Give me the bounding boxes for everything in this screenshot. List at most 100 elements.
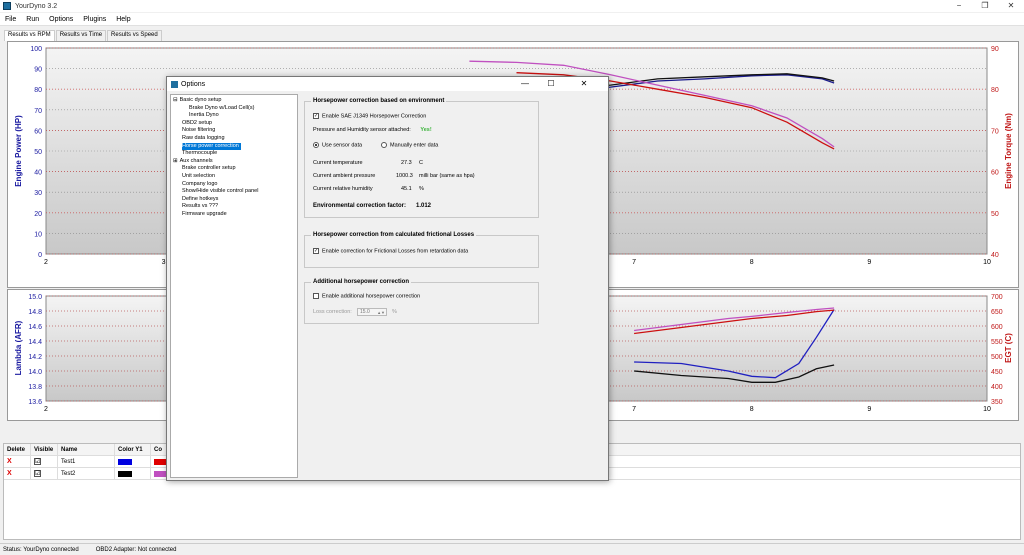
manual-entry-radio[interactable] xyxy=(381,142,387,148)
friction-correction-group: Horsepower correction from calculated fr… xyxy=(304,232,539,268)
loss-input[interactable]: 15.0 xyxy=(360,309,370,315)
tab-results-vs-time[interactable]: Results vs Time xyxy=(55,30,107,41)
y-right-tick-label: 450 xyxy=(991,369,1003,376)
tree-item[interactable]: Brake Dyno w/Load Cell(s) xyxy=(173,105,295,113)
tree-item[interactable]: Firmware upgrade xyxy=(173,211,295,219)
y-right-tick-label: 350 xyxy=(991,399,1003,406)
delete-run-button[interactable]: X xyxy=(7,470,12,477)
results-tabs: Results vs RPM Results vs Time Results v… xyxy=(4,30,163,41)
x-tick-label: 9 xyxy=(867,406,871,413)
tree-item[interactable]: Define hotkeys xyxy=(173,196,295,204)
col-name: Name xyxy=(58,443,115,456)
menu-help[interactable]: Help xyxy=(111,16,135,23)
tree-item-label: OBD2 setup xyxy=(182,119,212,126)
collapse-icon[interactable]: ⊟ xyxy=(173,97,178,103)
y-left-tick-label: 14.6 xyxy=(28,324,42,331)
status-bar: Status: YourDyno connected OBD2 Adapter:… xyxy=(0,543,1024,555)
menu-run[interactable]: Run xyxy=(21,16,44,23)
tree-item[interactable]: ⊞ Aux channels xyxy=(173,158,295,166)
temp-label: Current temperature xyxy=(313,160,363,166)
options-content: Horsepower correction based on environme… xyxy=(304,94,606,478)
tree-item[interactable]: Inertia Dyno xyxy=(173,112,295,120)
y-left-tick-label: 80 xyxy=(34,87,42,94)
factor-value: 1.012 xyxy=(416,203,432,209)
tree-item[interactable]: Brake controller setup xyxy=(173,165,295,173)
additional-checkbox[interactable] xyxy=(313,293,319,299)
humidity-value: 45.1 xyxy=(401,186,412,192)
tree-item-label: Firmware upgrade xyxy=(182,210,227,217)
visible-checkbox[interactable]: ☑ xyxy=(34,469,41,477)
spin-arrows-icon[interactable]: ▲▼ xyxy=(377,309,385,316)
y-right-tick-label: 70 xyxy=(991,128,999,135)
color-y1-swatch[interactable] xyxy=(118,458,132,465)
menu-file[interactable]: File xyxy=(0,16,21,23)
friction-label: Enable correction for Frictional Losses … xyxy=(322,248,469,255)
use-sensor-label: Use sensor data xyxy=(322,142,363,149)
tree-item-label: Unit selection xyxy=(182,172,216,179)
tree-item[interactable]: Company logo xyxy=(173,181,295,189)
minimize-button[interactable]: − xyxy=(946,0,972,12)
use-sensor-radio[interactable] xyxy=(313,142,319,148)
col-delete: Delete xyxy=(4,443,31,456)
tab-results-vs-rpm[interactable]: Results vs RPM xyxy=(4,30,55,41)
x-tick-label: 7 xyxy=(632,406,636,413)
tree-item[interactable]: OBD2 setup xyxy=(173,120,295,128)
y-right-tick-label: 60 xyxy=(991,170,999,177)
y-left-tick-label: 40 xyxy=(34,170,42,177)
connection-status: Status: YourDyno connected xyxy=(3,546,79,553)
tree-item[interactable]: ⊟ Basic dyno setup xyxy=(173,97,295,105)
dialog-titlebar: Options — ☐ ✕ xyxy=(167,77,608,91)
y-left-tick-label: 50 xyxy=(34,149,42,156)
tree-item[interactable]: Unit selection xyxy=(173,173,295,181)
menu-plugins[interactable]: Plugins xyxy=(78,16,111,23)
humidity-label: Current relative humidity xyxy=(313,186,373,192)
friction-checkbox[interactable]: ✓ xyxy=(313,248,319,254)
expand-icon[interactable]: ⊞ xyxy=(173,158,178,164)
dialog-maximize-button[interactable]: ☐ xyxy=(539,77,563,91)
temp-value: 27.3 xyxy=(401,160,412,166)
sae-j1349-checkbox[interactable]: ✓ xyxy=(313,113,319,119)
tree-item[interactable]: Thermocouple xyxy=(173,150,295,158)
y-left-tick-label: 14.8 xyxy=(28,309,42,316)
menu-bar: File Run Options Plugins Help xyxy=(0,13,1024,26)
x-tick-label: 2 xyxy=(44,406,48,413)
tree-item[interactable]: Noise filtering xyxy=(173,127,295,135)
x-tick-label: 9 xyxy=(867,259,871,266)
tree-item[interactable]: Show/Hide visible control panel xyxy=(173,188,295,196)
delete-run-button[interactable]: X xyxy=(7,458,12,465)
tree-item-label: Inertia Dyno xyxy=(189,112,219,119)
close-button[interactable]: ✕ xyxy=(998,0,1024,12)
visible-checkbox[interactable]: ☑ xyxy=(34,457,41,465)
x-tick-label: 7 xyxy=(632,259,636,266)
dialog-title: Options xyxy=(181,80,206,88)
humidity-unit: % xyxy=(419,186,424,192)
power-axis-label: Engine Power (HP) xyxy=(14,115,23,187)
dialog-minimize-button[interactable]: — xyxy=(513,77,537,91)
friction-group-title: Horsepower correction from calculated fr… xyxy=(311,232,477,238)
tree-item-label: Brake Dyno w/Load Cell(s) xyxy=(189,104,255,111)
color-y1-swatch[interactable] xyxy=(118,470,132,477)
menu-options[interactable]: Options xyxy=(44,16,78,23)
tree-item[interactable]: Horse power correction xyxy=(173,142,295,151)
maximize-button[interactable]: ❐ xyxy=(972,0,998,12)
tree-item-label: Results vs ??? xyxy=(182,203,219,210)
y-left-tick-label: 10 xyxy=(34,231,42,238)
tree-item-label: Define hotkeys xyxy=(182,195,219,202)
env-correction-group: Horsepower correction based on environme… xyxy=(304,98,539,218)
y-left-tick-label: 100 xyxy=(30,46,42,53)
tab-results-vs-speed[interactable]: Results vs Speed xyxy=(107,30,162,41)
sae-j1349-label: Enable SAE J1349 Horsepower Correction xyxy=(322,113,427,120)
tree-item-label: Company logo xyxy=(182,180,218,187)
tree-item[interactable]: Results vs ??? xyxy=(173,203,295,211)
y-right-tick-label: 40 xyxy=(991,252,999,259)
y-right-tick-label: 550 xyxy=(991,339,1003,346)
torque-axis-label: Engine Torque (Nm) xyxy=(1004,113,1013,189)
tree-item[interactable]: Raw data logging xyxy=(173,135,295,143)
env-group-title: Horsepower correction based on environme… xyxy=(311,98,447,104)
dialog-close-button[interactable]: ✕ xyxy=(572,77,596,91)
options-dialog: Options — ☐ ✕ ⊟ Basic dyno setup Brake Dyn… xyxy=(166,76,609,481)
tree-item-label: Aux channels xyxy=(179,157,213,164)
x-tick-label: 10 xyxy=(983,259,991,266)
col-color-y1: Color Y1 xyxy=(115,443,151,456)
run-name: Test1 xyxy=(58,455,115,468)
